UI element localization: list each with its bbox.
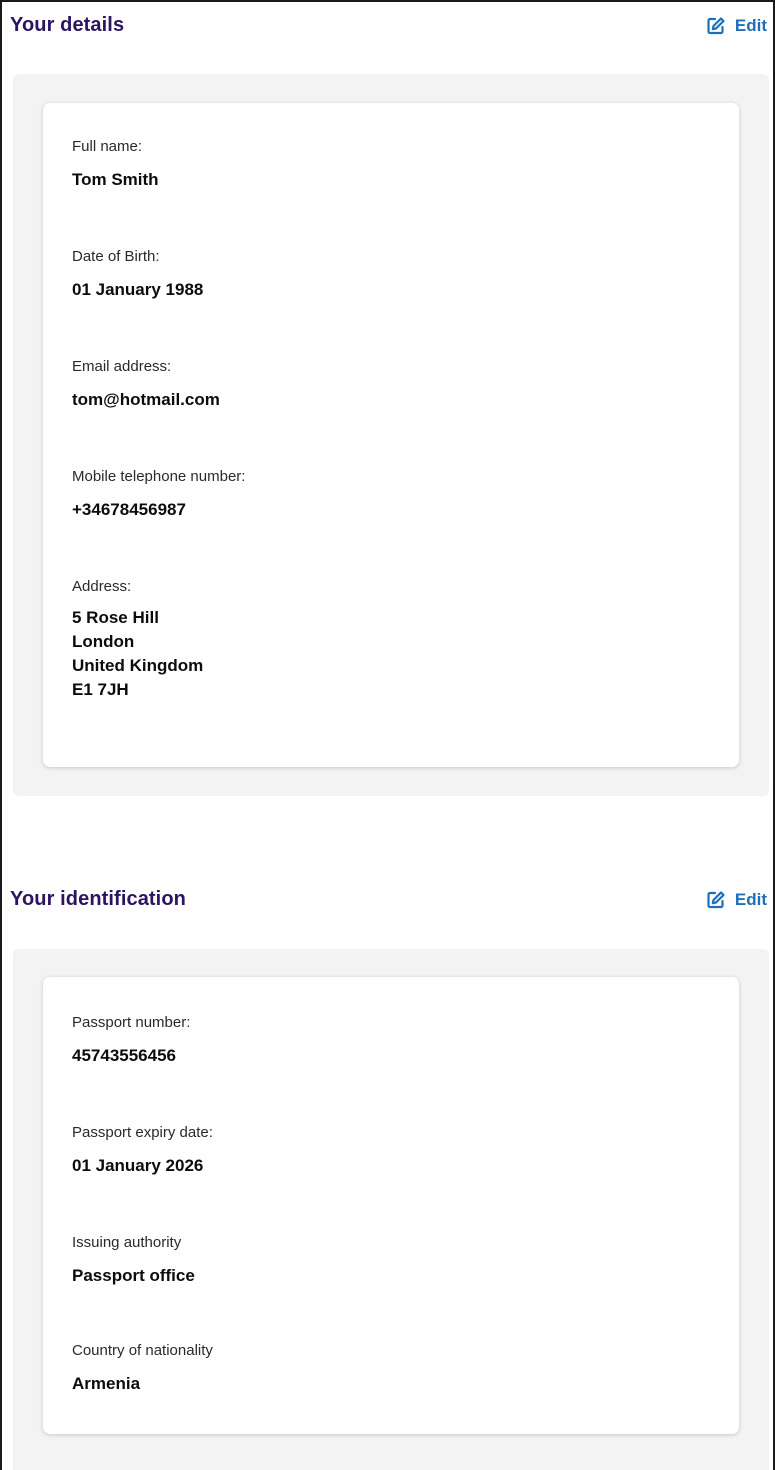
email-field: Email address: tom@hotmail.com (72, 358, 220, 411)
dob-field: Date of Birth: 01 January 1988 (72, 248, 203, 301)
email-value: tom@hotmail.com (72, 390, 220, 409)
details-section-title: Your details (10, 14, 125, 36)
address-line: E1 7JH (72, 680, 129, 699)
passport-expiry-label: Passport expiry date: (72, 1124, 213, 1141)
address-field: Address: 5 Rose Hill London United Kingd… (72, 578, 203, 702)
nationality-field: Country of nationality Armenia (72, 1342, 213, 1395)
mobile-value: +34678456987 (72, 500, 186, 519)
identification-edit-link[interactable]: Edit (706, 890, 767, 910)
identification-card: Passport number: 45743556456 Passport ex… (43, 977, 739, 1434)
issuing-authority-label: Issuing authority (72, 1234, 182, 1251)
dob-label: Date of Birth: (72, 248, 160, 265)
nationality-value: Armenia (72, 1374, 141, 1393)
mobile-label: Mobile telephone number: (72, 468, 246, 485)
passport-expiry-field: Passport expiry date: 01 January 2026 (72, 1124, 213, 1177)
identification-section-title: Your identification (10, 888, 186, 910)
email-label: Email address: (72, 358, 172, 375)
details-edit-link[interactable]: Edit (706, 16, 767, 36)
passport-expiry-value: 01 January 2026 (72, 1156, 204, 1175)
dob-value: 01 January 1988 (72, 280, 204, 299)
details-card: Full name: Tom Smith Date of Birth: 01 J… (43, 103, 739, 767)
identification-header: Your identification Edit (10, 888, 767, 911)
address-lines: 5 Rose Hill London United Kingdom E1 7JH (72, 606, 203, 702)
details-panel: Full name: Tom Smith Date of Birth: 01 J… (13, 74, 769, 796)
full-name-label: Full name: (72, 138, 143, 155)
details-edit-label: Edit (734, 15, 767, 35)
address-label: Address: (72, 578, 132, 595)
edit-icon (706, 16, 726, 36)
passport-number-label: Passport number: (72, 1014, 191, 1031)
issuing-authority-value: Passport office (72, 1266, 195, 1285)
address-line: London (72, 632, 135, 651)
details-header: Your details Edit (10, 14, 767, 37)
full-name-value: Tom Smith (72, 170, 159, 189)
issuing-authority-field: Issuing authority Passport office (72, 1234, 195, 1287)
nationality-label: Country of nationality (72, 1342, 213, 1359)
passport-number-field: Passport number: 45743556456 (72, 1014, 190, 1067)
address-line: United Kingdom (72, 656, 204, 675)
edit-icon (706, 890, 726, 910)
mobile-field: Mobile telephone number: +34678456987 (72, 468, 245, 521)
identification-panel: Passport number: 45743556456 Passport ex… (13, 949, 769, 1470)
full-name-field: Full name: Tom Smith (72, 138, 159, 191)
passport-number-value: 45743556456 (72, 1046, 177, 1065)
identification-edit-label: Edit (734, 889, 767, 909)
address-line: 5 Rose Hill (72, 608, 159, 627)
